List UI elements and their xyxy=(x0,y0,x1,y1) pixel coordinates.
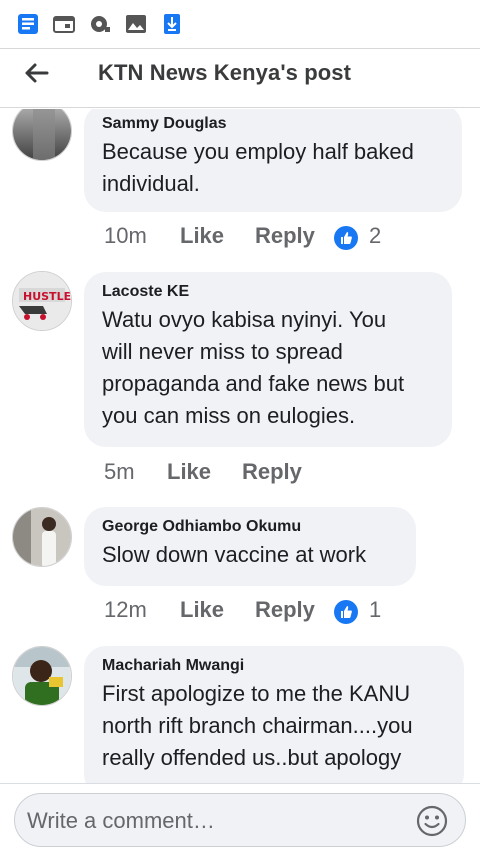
comment-actions: 12m Like Reply 1 xyxy=(104,597,444,627)
avatar[interactable] xyxy=(12,646,72,706)
like-reaction-icon xyxy=(334,600,358,624)
reply-button[interactable]: Reply xyxy=(242,459,302,485)
comment-bubble[interactable]: Lacoste KE Watu ovyo kabisa nyinyi. You … xyxy=(84,272,452,447)
commenter-name[interactable]: George Odhiambo Okumu xyxy=(102,517,398,537)
comment-text-line: Because you employ half baked xyxy=(102,139,414,164)
comments-list[interactable]: Sammy Douglas Because you employ half ba… xyxy=(0,109,480,783)
comment-actions: 10m Like Reply 2 xyxy=(104,223,444,253)
svg-text:HUSTLE: HUSTLE xyxy=(23,290,71,303)
avatar[interactable]: HUSTLE xyxy=(12,271,72,331)
comment-text-line: you can miss on eulogies. xyxy=(102,403,356,428)
calendar-icon xyxy=(53,16,75,33)
comment-time: 5m xyxy=(104,459,135,484)
comment-bubble[interactable]: Machariah Mwangi First apologize to me t… xyxy=(84,646,464,783)
reaction-count: 1 xyxy=(369,597,382,622)
comment-input-placeholder: Write a comment… xyxy=(27,808,215,833)
facebook-lite-icon xyxy=(18,14,38,34)
avatar[interactable] xyxy=(12,109,72,161)
commenter-name[interactable]: Lacoste KE xyxy=(102,282,434,302)
comment-text-line: Slow down vaccine at work xyxy=(102,542,367,567)
reply-button[interactable]: Reply xyxy=(255,597,315,623)
post-header: KTN News Kenya's post xyxy=(0,48,480,108)
page-title: KTN News Kenya's post xyxy=(98,60,352,85)
commenter-name[interactable]: Sammy Douglas xyxy=(102,114,444,134)
comment-text-line: Watu ovyo kabisa nyinyi. You xyxy=(102,307,387,332)
comment-text-line: really offended us..but apology xyxy=(102,745,402,770)
avatar[interactable] xyxy=(12,507,72,567)
image-icon xyxy=(126,15,146,33)
comment-text-line: individual. xyxy=(102,171,200,196)
status-bar xyxy=(0,0,480,48)
comment-actions: 5m Like Reply xyxy=(104,459,404,489)
comment-time: 10m xyxy=(104,223,147,248)
emoji-icon[interactable] xyxy=(415,804,449,838)
comment-text-line: propaganda and fake news but xyxy=(102,371,405,396)
comment-text-line: north rift branch chairman....you xyxy=(102,713,413,738)
like-button[interactable]: Like xyxy=(180,223,224,249)
commenter-name[interactable]: Machariah Mwangi xyxy=(102,656,446,676)
comment-text-line: First apologize to me the KANU xyxy=(102,681,411,706)
comment-text-line: will never miss to spread xyxy=(102,339,343,364)
reaction-count: 2 xyxy=(369,223,382,248)
reply-button[interactable]: Reply xyxy=(255,223,315,249)
comment-time: 12m xyxy=(104,597,147,622)
like-reaction-icon xyxy=(334,226,358,250)
comment-input[interactable]: Write a comment… xyxy=(14,793,466,847)
like-button[interactable]: Like xyxy=(167,459,211,485)
back-arrow-icon[interactable] xyxy=(20,57,52,89)
comment-composer: Write a comment… xyxy=(0,783,480,854)
download-icon xyxy=(164,14,180,34)
comment-bubble[interactable]: Sammy Douglas Because you employ half ba… xyxy=(84,109,462,212)
camera-feed-icon xyxy=(91,16,110,32)
like-button[interactable]: Like xyxy=(180,597,224,623)
comment-bubble[interactable]: George Odhiambo Okumu Slow down vaccine … xyxy=(84,507,416,586)
